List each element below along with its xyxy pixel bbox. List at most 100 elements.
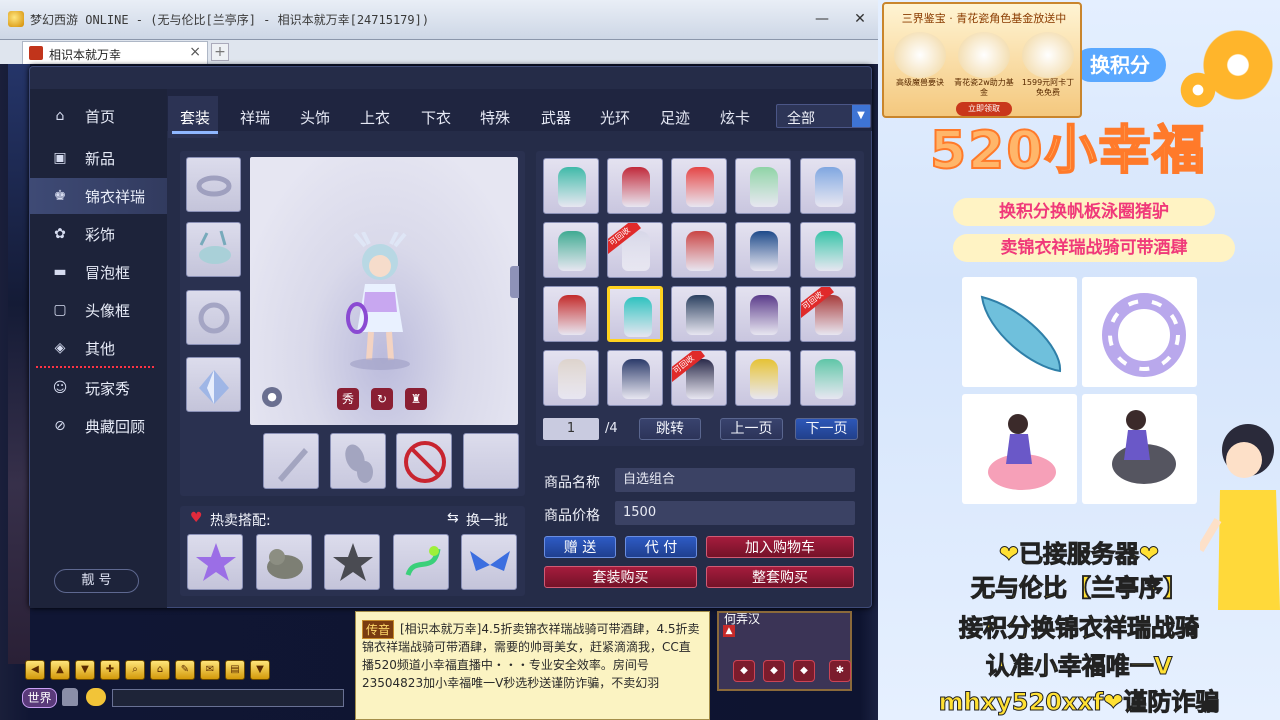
whole-set-buy-button[interactable]: 整套购买 (706, 566, 854, 588)
page-input[interactable]: 1 (543, 418, 599, 440)
sidebar-item-2[interactable]: ▣ 新品 (30, 140, 167, 176)
goods-item[interactable] (543, 350, 599, 406)
hud-tool-icon[interactable]: ▼ (75, 660, 95, 680)
world-channel-button[interactable]: 世界 (22, 688, 57, 708)
refresh-button[interactable]: 换一批 (466, 510, 508, 530)
tab-category-3[interactable]: 头饰 (300, 107, 330, 128)
set-buy-button[interactable]: 套装购买 (544, 566, 697, 588)
filter-value: 全部 (787, 111, 815, 127)
tab-character[interactable]: 相识本就万幸 × (22, 41, 208, 64)
sidebar-item-6[interactable]: ▢ 头像框 (30, 292, 167, 328)
goods-item[interactable] (735, 350, 791, 406)
hot-item-seal[interactable] (256, 534, 312, 590)
goods-item[interactable] (607, 286, 663, 342)
hot-item-star[interactable] (324, 534, 380, 590)
close-window-button[interactable]: ✕ (850, 10, 870, 28)
gift-button[interactable]: 赠 送 (544, 536, 616, 558)
ad-banner[interactable]: 三界鉴宝 · 青花瓷角色基金放送中 高级魔兽要诀 青花瓷2w助力基金 1599元… (882, 2, 1082, 118)
hud-tool-icon[interactable]: ▤ (225, 660, 245, 680)
hot-item-wings[interactable] (461, 534, 517, 590)
sidebar-item-label: 新品 (85, 150, 116, 168)
tab-category-6[interactable]: 特殊 (480, 107, 510, 128)
hud-settings-button[interactable]: ✱ (829, 660, 851, 682)
goods-item[interactable] (735, 222, 791, 278)
emoji-icon[interactable] (86, 688, 106, 706)
goods-item[interactable] (735, 158, 791, 214)
slot-weapon[interactable] (263, 433, 319, 489)
hud-tool-icon[interactable]: ▲ (50, 660, 70, 680)
next-page-button[interactable]: 下一页 (795, 418, 858, 440)
sidebar-item-7[interactable]: ◈ 其他 (30, 330, 167, 366)
jump-button[interactable]: 跳转 (639, 418, 701, 440)
sidebar-item-4[interactable]: ✿ 彩饰 (30, 216, 167, 252)
sidebar-item-8[interactable]: ☺ 玩家秀 (30, 370, 167, 406)
hud-tool-icon[interactable]: ✉ (200, 660, 220, 680)
goods-item[interactable] (543, 222, 599, 278)
category-filter-select[interactable]: 全部 ▼ (776, 104, 871, 128)
rotate-button[interactable]: ↻ (371, 388, 393, 410)
goods-item[interactable] (735, 286, 791, 342)
slot-ring[interactable] (186, 157, 241, 212)
goods-item[interactable] (543, 286, 599, 342)
hud-tool-icon[interactable]: ✚ (100, 660, 120, 680)
tab-category-2[interactable]: 祥瑞 (240, 107, 270, 128)
show-button[interactable]: 秀 (337, 388, 359, 410)
goods-item[interactable]: 可回收 (800, 286, 856, 342)
goods-item[interactable] (800, 222, 856, 278)
pretty-number-button[interactable]: 靓 号 (54, 569, 139, 593)
hud-tool-icon[interactable]: ✎ (175, 660, 195, 680)
ad-title: 520小幸福 (929, 120, 1207, 182)
tab-category-5[interactable]: 下衣 (421, 107, 451, 128)
slot-disabled[interactable] (396, 433, 452, 489)
hud-tool-icon[interactable]: ◀ (25, 660, 45, 680)
goods-item[interactable] (543, 158, 599, 214)
tab-category-4[interactable]: 上衣 (360, 107, 390, 128)
microphone-icon[interactable] (62, 688, 78, 706)
hud-tool-icon[interactable]: ⌂ (150, 660, 170, 680)
outfit-figure (750, 231, 778, 271)
sidebar-item-5[interactable]: ▬ 冒泡框 (30, 254, 167, 290)
tab-category-9[interactable]: 足迹 (660, 107, 690, 128)
proxy-pay-button[interactable]: 代 付 (625, 536, 697, 558)
add-to-cart-button[interactable]: 加入购物车 (706, 536, 854, 558)
sidebar-item-1[interactable]: ⌂ 首页 (30, 98, 167, 134)
tab-category-1[interactable]: 套装 (180, 107, 210, 128)
slot-mount[interactable] (186, 222, 241, 277)
person-icon[interactable]: ● (262, 387, 282, 407)
character-preview-stage[interactable]: ● 秀 ↻ ♜ (250, 157, 518, 425)
chat-input-bar[interactable] (112, 689, 344, 707)
tab-category-8[interactable]: 光环 (600, 107, 630, 128)
goods-item[interactable] (607, 350, 663, 406)
ad-card-ring (1082, 277, 1197, 387)
hud-tool-icon[interactable]: ⌕ (125, 660, 145, 680)
add-tab-button[interactable]: + (211, 43, 229, 61)
goods-item[interactable]: 可回收 (671, 350, 727, 406)
slot-empty[interactable] (463, 433, 519, 489)
goods-item[interactable] (671, 222, 727, 278)
goods-item[interactable] (800, 158, 856, 214)
goods-item[interactable] (671, 158, 727, 214)
hot-item-ribbon[interactable] (393, 534, 449, 590)
slot-wings[interactable] (186, 357, 241, 412)
tab-category-10[interactable]: 炫卡 (720, 107, 750, 128)
hud-button-3[interactable]: ◆ (793, 660, 815, 682)
goods-item[interactable] (800, 350, 856, 406)
tab-category-7[interactable]: 武器 (541, 107, 571, 128)
goods-item[interactable]: 可回收 (607, 222, 663, 278)
slot-necklace[interactable] (186, 290, 241, 345)
minimize-button[interactable]: — (812, 10, 832, 28)
outfit-figure (622, 167, 650, 207)
goods-item[interactable] (607, 158, 663, 214)
hud-button-1[interactable]: ◆ (733, 660, 755, 682)
goods-item[interactable] (671, 286, 727, 342)
pose-button[interactable]: ♜ (405, 388, 427, 410)
slot-footprint[interactable] (330, 433, 386, 489)
prev-page-button[interactable]: 上一页 (720, 418, 783, 440)
sidebar-item-3[interactable]: ♚ 锦衣祥瑞 (30, 178, 167, 214)
close-tab-icon[interactable]: × (189, 44, 201, 60)
hud-button-2[interactable]: ◆ (763, 660, 785, 682)
collapse-handle[interactable] (510, 266, 519, 298)
sidebar-item-9[interactable]: ⊘ 典藏回顾 (30, 408, 167, 444)
hot-item-flower[interactable] (187, 534, 243, 590)
hud-tool-icon[interactable]: ▼ (250, 660, 270, 680)
